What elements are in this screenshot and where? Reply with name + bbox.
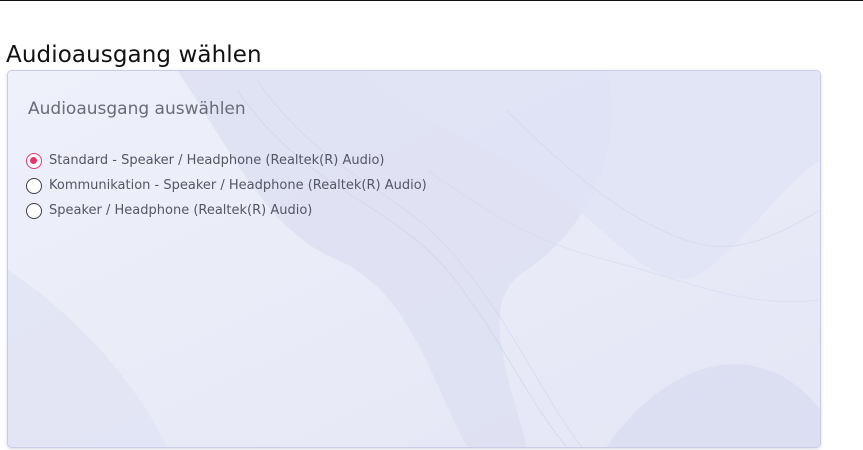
radio-option-communication[interactable]: Kommunikation - Speaker / Headphone (Rea… bbox=[26, 173, 427, 198]
radio-label-speaker-headphone[interactable]: Speaker / Headphone (Realtek(R) Audio) bbox=[49, 203, 312, 218]
window-title: Audioausgang wählen bbox=[6, 42, 262, 68]
audio-output-dialog: Audioausgang auswählen Standard - Speake… bbox=[7, 70, 821, 448]
top-divider bbox=[0, 0, 863, 1]
radio-button-selected[interactable] bbox=[26, 152, 42, 169]
radio-label-standard[interactable]: Standard - Speaker / Headphone (Realtek(… bbox=[49, 153, 384, 168]
radio-option-speaker-headphone[interactable]: Speaker / Headphone (Realtek(R) Audio) bbox=[26, 198, 427, 223]
audio-output-radio-group: Standard - Speaker / Headphone (Realtek(… bbox=[26, 148, 427, 223]
radio-label-communication[interactable]: Kommunikation - Speaker / Headphone (Rea… bbox=[49, 178, 427, 193]
radio-option-standard[interactable]: Standard - Speaker / Headphone (Realtek(… bbox=[26, 148, 427, 173]
radio-button-unselected[interactable] bbox=[26, 177, 42, 194]
radio-button-unselected[interactable] bbox=[26, 202, 42, 219]
dialog-heading: Audioausgang auswählen bbox=[28, 99, 246, 119]
